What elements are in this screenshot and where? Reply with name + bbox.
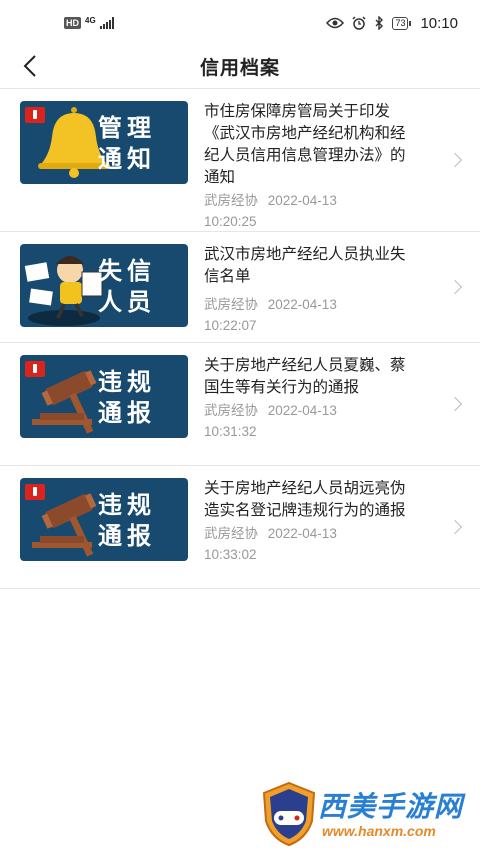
item-title: 关于房地产经纪人员胡远亮伪造实名登记牌违规行为的通报 [204,480,406,519]
status-time: 10:10 [420,14,458,32]
watermark-name: 西美手游网 [318,791,464,822]
status-bar: HD 4G 73 10:10 [0,0,480,46]
alarm-icon [352,16,366,30]
battery-icon: 73 [392,16,412,30]
item-time: 10:20:25 [204,214,257,229]
item-time: 10:31:32 [204,424,257,439]
thumbnail-violation-report: 违规 通报 [20,355,188,438]
thumbnail-label: 违规 通报 [98,369,156,427]
thumbnail-label: 违规 通报 [98,492,156,550]
item-body: 关于房地产经纪人员夏巍、蔡国生等有关行为的通报 武房经协 2022-04-13 … [204,355,416,442]
item-meta: 武房经协 2022-04-13 10:20:25 [204,190,416,232]
thumbnail-dishonest-personnel: 失信 人员 [20,244,188,327]
item-source: 武房经协 [204,297,258,312]
back-chevron-icon [23,55,36,77]
item-meta: 武房经协 2022-04-13 10:31:32 [204,400,416,442]
list-item[interactable]: 失信 人员 武汉市房地产经纪人员执业失信名单 武房经协 2022-04-13 1… [0,232,480,343]
item-body: 武汉市房地产经纪人员执业失信名单 武房经协 2022-04-13 10:22:0… [204,244,416,336]
network-type: 4G [85,15,96,25]
page-title: 信用档案 [199,57,280,79]
item-date: 2022-04-13 [267,297,337,312]
notice-list: 管理 通知 市住房保障房管局关于印发《武汉市房地产经纪机构和经纪人员信用信息管理… [0,88,480,589]
list-item[interactable]: 管理 通知 市住房保障房管局关于印发《武汉市房地产经纪机构和经纪人员信用信息管理… [0,89,480,232]
chevron-right-icon [447,152,463,168]
item-body: 关于房地产经纪人员胡远亮伪造实名登记牌违规行为的通报 武房经协 2022-04-… [204,478,416,565]
item-meta: 武房经协 2022-04-13 10:22:07 [204,294,416,336]
watermark: 西美手游网 www.hanxm.com [260,781,472,851]
item-source: 武房经协 [204,526,258,541]
shield-gamepad-icon [262,781,316,847]
status-right: 73 10:10 [326,15,458,32]
list-item[interactable]: 违规 通报 关于房地产经纪人员胡远亮伪造实名登记牌违规行为的通报 武房经协 20… [0,466,480,589]
bluetooth-icon [375,16,384,30]
thumbnail-violation-report: 违规 通报 [20,478,188,561]
eye-icon [326,17,345,29]
item-source: 武房经协 [204,403,258,418]
signal-icon [99,17,114,29]
thumbnail-management-notice: 管理 通知 [20,101,188,184]
header: 信用档案 [0,46,480,86]
item-date: 2022-04-13 [267,526,337,541]
item-title: 市住房保障房管局关于印发《武汉市房地产经纪机构和经纪人员信用信息管理办法》的通知 [204,103,406,186]
status-left: HD 4G [64,15,114,29]
item-title: 武汉市房地产经纪人员执业失信名单 [204,246,406,285]
list-item[interactable]: 违规 通报 关于房地产经纪人员夏巍、蔡国生等有关行为的通报 武房经协 2022-… [0,343,480,466]
back-button[interactable] [16,50,44,82]
chevron-right-icon [447,396,463,412]
item-date: 2022-04-13 [267,193,337,208]
hd-badge: HD [64,17,81,29]
chevron-right-icon [447,279,463,295]
thumbnail-label: 管理 通知 [98,115,156,173]
item-date: 2022-04-13 [267,403,337,418]
item-time: 10:22:07 [204,318,257,333]
thumbnail-label: 失信 人员 [98,258,156,316]
watermark-url: www.hanxm.com [322,823,436,839]
item-meta: 武房经协 2022-04-13 10:33:02 [204,523,416,565]
item-title: 关于房地产经纪人员夏巍、蔡国生等有关行为的通报 [204,357,406,396]
item-body: 市住房保障房管局关于印发《武汉市房地产经纪机构和经纪人员信用信息管理办法》的通知… [204,101,416,232]
item-source: 武房经协 [204,193,258,208]
item-time: 10:33:02 [204,547,257,562]
chevron-right-icon [447,519,463,535]
